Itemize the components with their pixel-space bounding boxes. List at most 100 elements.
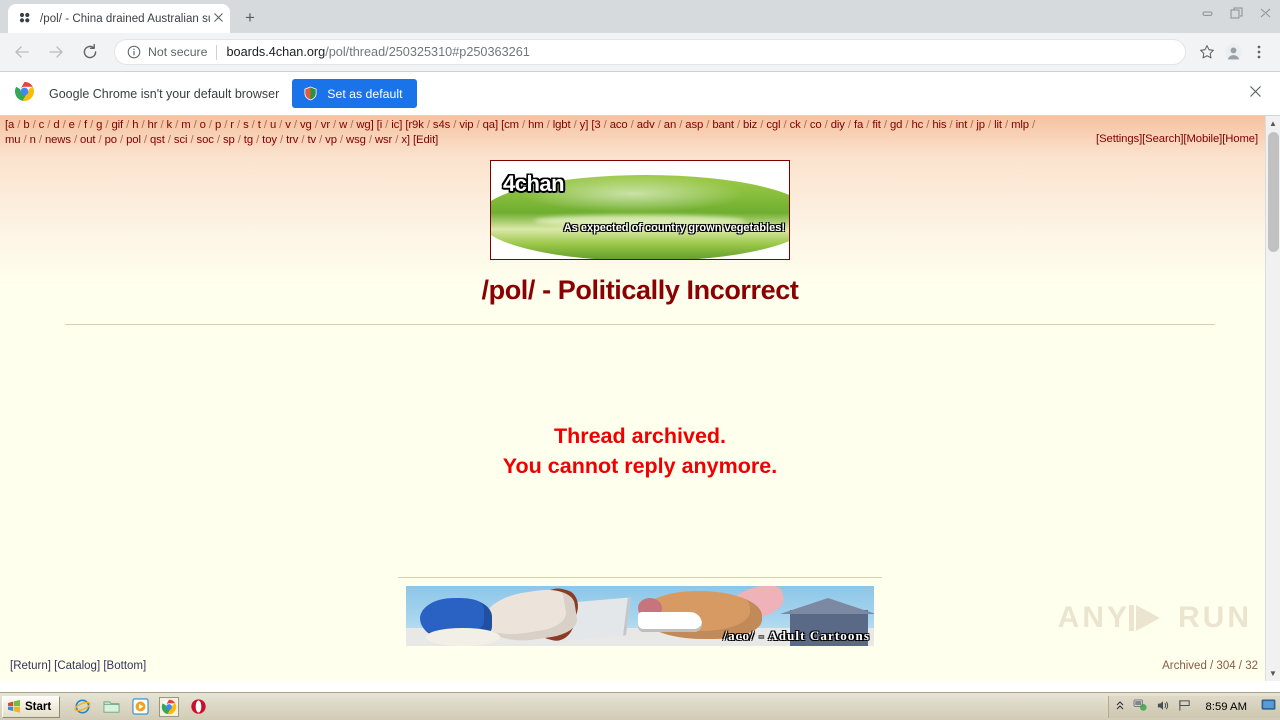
display-icon[interactable]: [1261, 699, 1276, 715]
board-link-int[interactable]: int: [956, 119, 968, 131]
ad-mouth-graphic: [638, 612, 702, 633]
board-link-tg[interactable]: tg: [244, 134, 253, 146]
board-links-flow: [a / b / c / d / e / f / g / gif / h / h…: [5, 118, 1276, 147]
board-link-fit[interactable]: fit: [872, 119, 881, 131]
media-player-icon[interactable]: [130, 697, 150, 717]
board-link-qa[interactable]: qa: [483, 119, 495, 131]
file-explorer-icon[interactable]: [101, 697, 121, 717]
board-link-bant[interactable]: bant: [712, 119, 734, 131]
board-link-news[interactable]: news: [45, 134, 71, 146]
board-link-biz[interactable]: biz: [743, 119, 757, 131]
volume-icon[interactable]: [1156, 699, 1170, 715]
address-bar[interactable]: Not secure boards.4chan.org/pol/thread/2…: [114, 39, 1186, 65]
clock[interactable]: 8:59 AM: [1206, 701, 1247, 713]
board-link-vip[interactable]: vip: [459, 119, 473, 131]
back-arrow-icon[interactable]: [8, 38, 36, 66]
board-link-m[interactable]: m: [181, 119, 190, 131]
board-link-an[interactable]: an: [664, 119, 676, 131]
footer-link-catalog[interactable]: [Catalog]: [54, 660, 100, 672]
internet-explorer-icon[interactable]: [72, 697, 92, 717]
board-link-asp[interactable]: asp: [685, 119, 703, 131]
board-link-diy[interactable]: diy: [831, 119, 845, 131]
board-link-soc[interactable]: soc: [197, 134, 214, 146]
board-link-po[interactable]: po: [105, 134, 117, 146]
board-link-s4s[interactable]: s4s: [433, 119, 450, 131]
scrollbar-thumb[interactable]: [1268, 132, 1279, 252]
reload-icon[interactable]: [76, 38, 104, 66]
board-link-out[interactable]: out: [80, 134, 96, 146]
board-link-wsr[interactable]: wsr: [375, 134, 392, 146]
board-link-wsg[interactable]: wsg: [346, 134, 366, 146]
forward-arrow-icon[interactable]: [42, 38, 70, 66]
board-link-adv[interactable]: adv: [637, 119, 655, 131]
board-link-jp[interactable]: jp: [976, 119, 985, 131]
board-link-fa[interactable]: fa: [854, 119, 863, 131]
corner-link-mobile[interactable]: [Mobile]: [1183, 133, 1222, 145]
scroll-up-icon[interactable]: ▲: [1266, 116, 1280, 131]
board-link-ck[interactable]: ck: [790, 119, 801, 131]
board-link-gd[interactable]: gd: [890, 119, 902, 131]
set-as-default-button[interactable]: Set as default: [292, 79, 418, 108]
board-link-sci[interactable]: sci: [174, 134, 188, 146]
board-separator: /: [14, 119, 24, 131]
board-link-trv[interactable]: trv: [286, 134, 298, 146]
board-link-lit[interactable]: lit: [994, 119, 1002, 131]
board-separator: /: [518, 119, 529, 131]
show-hidden-icons-icon[interactable]: [1115, 700, 1125, 714]
board-link-toy[interactable]: toy: [262, 134, 277, 146]
board-link-vp[interactable]: vp: [325, 134, 337, 146]
board-link-r9k[interactable]: r9k: [408, 119, 424, 131]
corner-link-home[interactable]: [Home]: [1222, 133, 1258, 145]
board-link-wg[interactable]: wg: [356, 119, 370, 131]
browser-tab[interactable]: /pol/ - China drained Australian supp: [8, 4, 230, 33]
start-button[interactable]: Start: [2, 695, 61, 718]
board-link-cm[interactable]: cm: [504, 119, 519, 131]
board-link-co[interactable]: co: [810, 119, 822, 131]
three-dots-menu-icon[interactable]: [1246, 39, 1272, 65]
corner-link-settings[interactable]: [Settings]: [1096, 133, 1142, 145]
board-link-lgbt[interactable]: lgbt: [553, 119, 571, 131]
restore-icon[interactable]: [1222, 2, 1251, 24]
page-footer: [Return] [Catalog] [Bottom] Archived / 3…: [0, 657, 1280, 681]
cucumber-banner-image[interactable]: 4chan As expected of country grown veget…: [490, 160, 790, 261]
chrome-icon[interactable]: [159, 696, 180, 717]
board-link-qst[interactable]: qst: [150, 134, 165, 146]
board-link-his[interactable]: his: [932, 119, 946, 131]
scroll-down-icon[interactable]: ▼: [1266, 666, 1280, 681]
aco-ad-banner-image[interactable]: /aco/ - Adult Cartoons: [406, 586, 874, 647]
board-link-hm[interactable]: hm: [528, 119, 544, 131]
footer-link-return[interactable]: [Return]: [10, 660, 51, 672]
close-icon[interactable]: [1249, 85, 1266, 102]
avatar-icon[interactable]: [1220, 39, 1246, 65]
board-separator: /: [44, 119, 54, 131]
ad-container: /aco/ - Adult Cartoons: [0, 586, 1280, 651]
info-circle-icon[interactable]: [127, 45, 141, 59]
corner-link-search[interactable]: [Search]: [1142, 133, 1183, 145]
board-link-pol[interactable]: pol: [126, 134, 141, 146]
page-scrollbar[interactable]: ▲ ▼: [1265, 116, 1280, 681]
board-link-sp[interactable]: sp: [223, 134, 235, 146]
board-link-vg[interactable]: vg: [300, 119, 312, 131]
opera-icon[interactable]: [188, 697, 208, 717]
close-icon[interactable]: [210, 11, 226, 27]
network-icon[interactable]: [1133, 698, 1148, 715]
board-link-vr[interactable]: vr: [321, 119, 330, 131]
board-link-cgl[interactable]: cgl: [766, 119, 780, 131]
close-icon[interactable]: [1251, 2, 1280, 24]
language-flag-icon[interactable]: [1178, 699, 1192, 715]
minimize-icon[interactable]: [1193, 2, 1222, 24]
board-edit-link[interactable]: [Edit]: [413, 134, 438, 146]
board-link-gif[interactable]: gif: [111, 119, 123, 131]
board-separator: /: [59, 119, 69, 131]
board-link-w[interactable]: w: [339, 119, 347, 131]
star-icon[interactable]: [1194, 39, 1220, 65]
board-link-hr[interactable]: hr: [148, 119, 158, 131]
board-link-tv[interactable]: tv: [307, 134, 316, 146]
corner-links: [Settings][Search][Mobile][Home]: [1096, 132, 1264, 147]
board-link-hc[interactable]: hc: [911, 119, 923, 131]
footer-link-bottom[interactable]: [Bottom]: [103, 660, 146, 672]
board-link-aco[interactable]: aco: [610, 119, 628, 131]
board-link-mlp[interactable]: mlp: [1011, 119, 1029, 131]
new-tab-button[interactable]: +: [236, 4, 264, 32]
board-link-mu[interactable]: mu: [5, 134, 21, 146]
